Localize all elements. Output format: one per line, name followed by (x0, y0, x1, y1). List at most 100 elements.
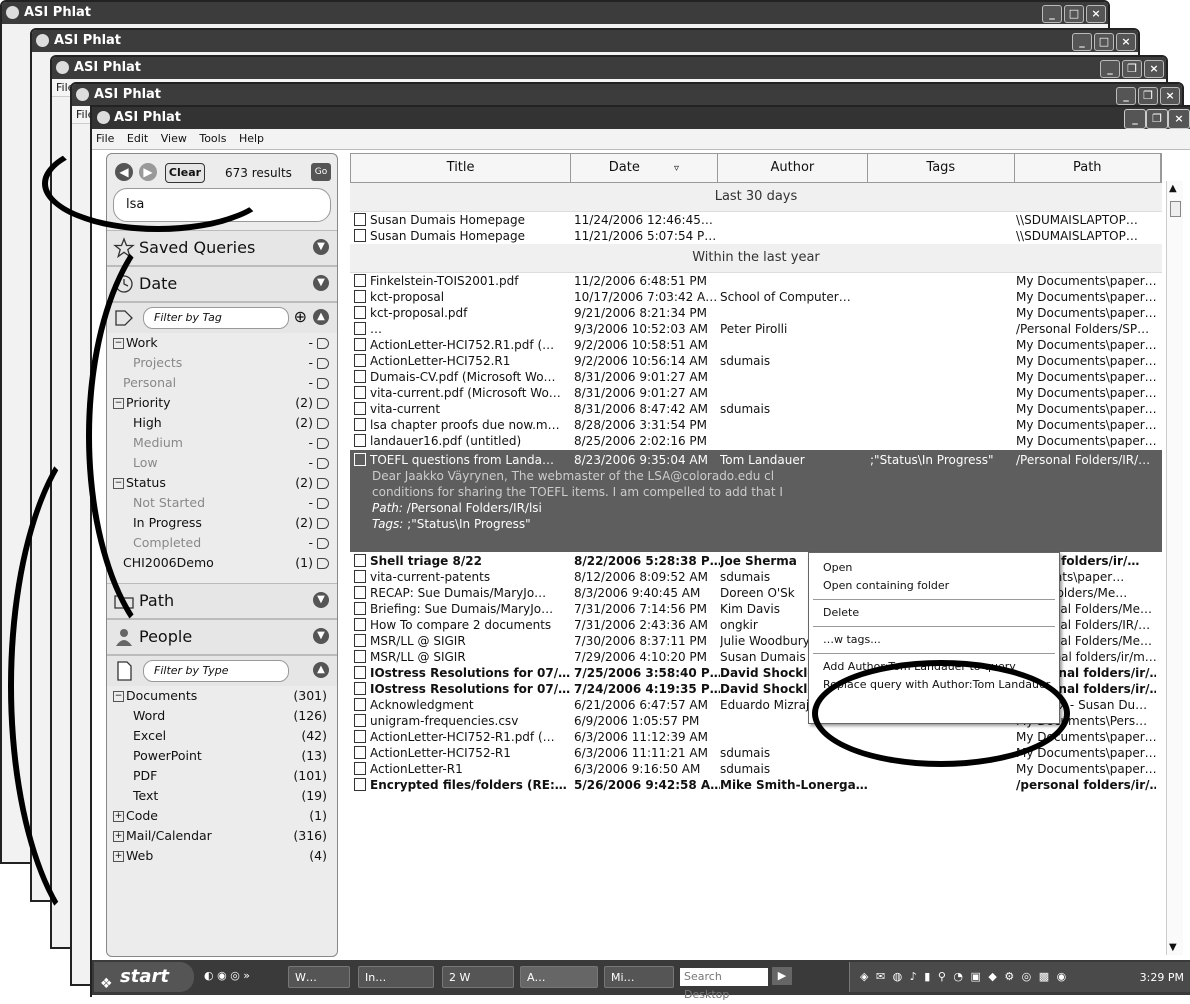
tree-item-completed[interactable]: Completed - (113, 533, 331, 553)
tree-item-excel[interactable]: Excel (42) (113, 726, 331, 746)
search-go-icon[interactable]: ▶ (772, 967, 792, 985)
expand-icon[interactable]: ▼ (313, 239, 329, 255)
table-row[interactable]: landauer16.pdf (untitled) 8/25/2006 2:02:… (350, 433, 1162, 449)
flag-icon[interactable] (317, 438, 329, 449)
menu-view[interactable]: View (161, 132, 187, 145)
minimize-button[interactable]: _ (1116, 87, 1136, 105)
section-saved-queries[interactable]: Saved Queries ▼ (107, 230, 337, 266)
tray-icons[interactable]: ◈ ✉ ◍ ♪ ▮ ⚲ ◔ ▣ ◆ ⚙ ◎ ▩ ◉ (860, 970, 1068, 983)
menu-item-add-author-to-query[interactable]: Add Author:Tom Landauer to query (809, 658, 1059, 676)
selected-result[interactable]: TOEFL questions from Landa… 8/23/2006 9:3… (350, 450, 1162, 552)
tree-item-powerpoint[interactable]: PowerPoint (13) (113, 746, 331, 766)
menu-item-delete[interactable]: Delete (809, 604, 1059, 622)
tree-item-text[interactable]: Text (19) (113, 786, 331, 806)
tree-item-pdf[interactable]: PDF (101) (113, 766, 331, 786)
scroll-up-icon[interactable]: ▲ (1169, 183, 1177, 194)
table-row[interactable]: ActionLetter-HCI752-R1 6/3/2006 11:11:21 … (350, 745, 1162, 761)
tree-item-projects[interactable]: Projects - (113, 353, 331, 373)
restore-button[interactable]: ❐ (1122, 60, 1142, 78)
menu-item-open[interactable]: Open (809, 559, 1059, 577)
close-button[interactable]: × (1116, 33, 1136, 51)
minimize-button[interactable]: _ (1072, 33, 1092, 51)
tree-item-work[interactable]: − Work - (113, 333, 331, 353)
tree-item-priority[interactable]: − Priority (2) (113, 393, 331, 413)
menu-help[interactable]: Help (239, 132, 264, 145)
restore-button[interactable]: ❐ (1146, 109, 1168, 129)
maximize-button[interactable]: □ (1064, 5, 1084, 23)
scroll-down-icon[interactable]: ▼ (1169, 942, 1177, 953)
flag-icon[interactable] (317, 478, 329, 489)
tree-item-chi2006demo[interactable]: CHI2006Demo (1) (113, 553, 331, 573)
table-row[interactable]: kct-proposal 10/17/2006 7:03:42 A… School … (350, 289, 1162, 305)
restore-button[interactable]: ❐ (1138, 87, 1158, 105)
add-tag-icon[interactable]: ⊕ (294, 309, 307, 325)
column-path[interactable]: Path (1015, 154, 1161, 182)
section-people[interactable]: People ▼ (107, 619, 337, 655)
start-button[interactable]: ❖ start (94, 962, 194, 992)
table-row[interactable]: vita-current.pdf (Microsoft Wo… 8/31/2006… (350, 385, 1162, 401)
flag-icon[interactable] (317, 538, 329, 549)
tree-item-code[interactable]: + Code (1) (113, 806, 331, 826)
table-row[interactable]: … 9/3/2006 10:52:03 AM Peter Pirolli/Perso… (350, 321, 1162, 337)
menu-file[interactable]: File (96, 132, 114, 145)
table-row[interactable]: Dumais-CV.pdf (Microsoft Wo… 8/31/2006 9:… (350, 369, 1162, 385)
collapse-icon[interactable]: − (113, 338, 124, 349)
minimize-button[interactable]: _ (1100, 60, 1120, 78)
path-value[interactable]: /Personal Folders/IR/lsi (407, 501, 542, 515)
table-row[interactable]: ActionLetter-R1 6/3/2006 9:16:50 AM sdumai… (350, 761, 1162, 777)
minimize-button[interactable]: _ (1124, 109, 1146, 129)
flag-icon[interactable] (317, 358, 329, 369)
search-input[interactable]: lsa (113, 188, 331, 222)
collapse-icon[interactable]: ▲ (313, 309, 329, 325)
table-row[interactable]: ActionLetter-HCI752.R1.pdf (… 9/2/2006 10… (350, 337, 1162, 353)
table-row[interactable]: ActionLetter-HCI752-R1.pdf (… 6/3/2006 11… (350, 729, 1162, 745)
quick-launch-icon[interactable]: ◐ ◉ ◎ » (204, 969, 250, 982)
desktop-search-input[interactable]: Search Desktop (680, 968, 768, 1001)
taskbar-button-mail[interactable]: Mi… (604, 966, 674, 988)
menu-tools[interactable]: Tools (199, 132, 226, 145)
table-row[interactable]: Susan Dumais Homepage 11/21/2006 5:07:54 … (350, 228, 1162, 244)
vertical-scrollbar[interactable]: ▲ ▼ (1166, 181, 1183, 955)
type-filter-input[interactable]: Filter by Type (143, 660, 289, 682)
expand-icon[interactable]: + (113, 831, 124, 842)
column-tags[interactable]: Tags (868, 154, 1015, 182)
collapse-icon[interactable]: − (113, 478, 124, 489)
tree-item-personal[interactable]: Personal - (113, 373, 331, 393)
section-date[interactable]: Date ▼ (107, 266, 337, 302)
menu-edit[interactable]: Edit (127, 132, 148, 145)
menu-item-replace-query-with-author[interactable]: Replace query with Author:Tom Landauer (809, 676, 1059, 694)
close-button[interactable]: × (1144, 60, 1164, 78)
taskbar-button-phlat[interactable]: A… (520, 966, 598, 988)
tree-item-status[interactable]: − Status (2) (113, 473, 331, 493)
tree-item-word[interactable]: Word (126) (113, 706, 331, 726)
table-row[interactable]: ActionLetter-HCI752.R1 9/2/2006 10:56:14 … (350, 353, 1162, 369)
flag-icon[interactable] (317, 338, 329, 349)
group-header[interactable]: Last 30 days (350, 183, 1162, 212)
table-row[interactable]: TOEFL questions from Landa… 8/23/2006 9:3… (350, 452, 1162, 468)
forward-arrow-icon[interactable]: ▶ (139, 163, 157, 181)
taskbar-button-ie[interactable]: In… (358, 966, 434, 988)
collapse-icon[interactable]: − (113, 398, 124, 409)
menu-item-open-containing-folder[interactable]: Open containing folder (809, 577, 1059, 595)
table-row[interactable]: lsa chapter proofs due now.m… 8/28/2006 3… (350, 417, 1162, 433)
flag-icon[interactable] (317, 398, 329, 409)
tree-item-mail-calendar[interactable]: + Mail/Calendar (316) (113, 826, 331, 846)
clear-button[interactable]: Clear (165, 163, 205, 183)
tree-item-high[interactable]: High (2) (113, 413, 331, 433)
column-title[interactable]: Title (351, 154, 572, 182)
table-row[interactable]: Susan Dumais Homepage 11/24/2006 12:46:45… (350, 212, 1162, 228)
tree-item-in-progress[interactable]: In Progress (2) (113, 513, 331, 533)
tree-item-medium[interactable]: Medium - (113, 433, 331, 453)
table-row[interactable]: Finkelstein-TOIS2001.pdf 11/2/2006 6:48:5… (350, 273, 1162, 289)
column-date[interactable]: Date ▿ (571, 154, 718, 182)
flag-icon[interactable] (317, 458, 329, 469)
flag-icon[interactable] (317, 418, 329, 429)
table-row[interactable]: Encrypted files/folders (RE:… 5/26/2006 9… (350, 777, 1162, 793)
collapse-icon[interactable]: − (113, 691, 124, 702)
flag-icon[interactable] (317, 558, 329, 569)
tree-item-low[interactable]: Low - (113, 453, 331, 473)
column-author[interactable]: Author (718, 154, 869, 182)
close-button[interactable]: × (1086, 5, 1106, 23)
expand-icon[interactable]: ▼ (313, 628, 329, 644)
menu-item-tags[interactable]: …w tags... (809, 631, 1059, 649)
